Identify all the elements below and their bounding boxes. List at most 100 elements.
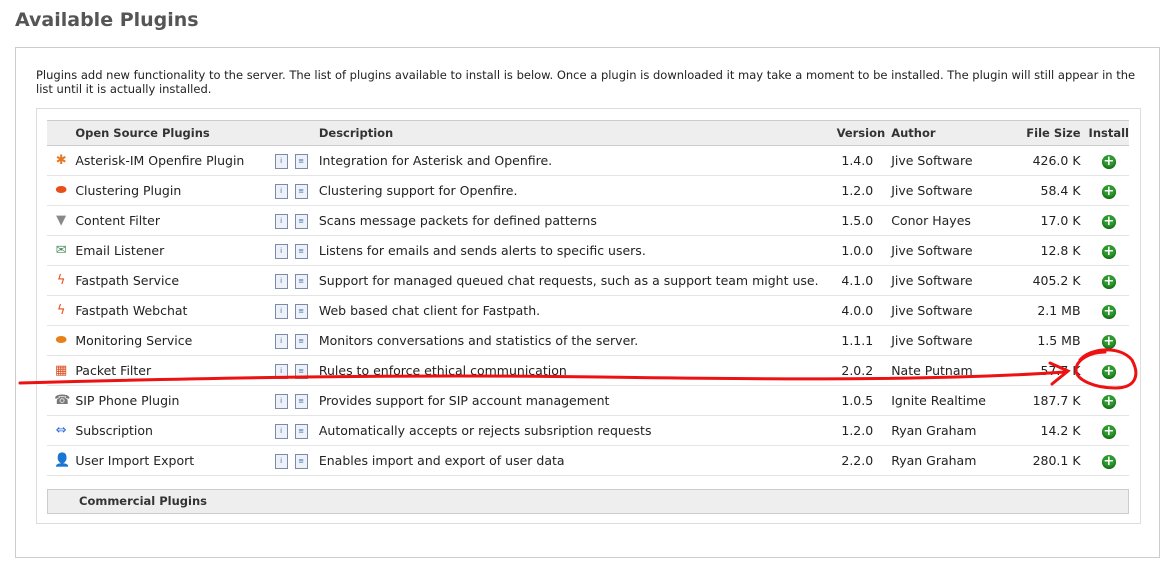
asterisk-icon: ✱ <box>55 153 67 169</box>
plugin-file-size: 57.7 K <box>998 355 1089 386</box>
table-row: ⬬ Monitoring Service i ≡ Monitors conversati… <box>47 325 1129 356</box>
plugin-description: Enables import and export of user data <box>318 445 819 476</box>
readme-icon[interactable]: i <box>274 213 288 229</box>
plugin-name: Content Filter <box>75 205 275 236</box>
readme-icon[interactable]: i <box>274 423 288 439</box>
changelog-icon[interactable]: ≡ <box>294 213 308 229</box>
user-import-icon: 👤 <box>54 453 71 469</box>
readme-icon[interactable]: i <box>274 243 288 259</box>
plugin-file-size: 405.2 K <box>998 265 1089 296</box>
table-row: ▦ Packet Filter i ≡ Rules to enforce ethical… <box>47 355 1129 386</box>
install-plus-icon[interactable]: + <box>1101 394 1116 409</box>
plugin-description: Listens for emails and sends alerts to s… <box>318 235 819 266</box>
install-plus-icon[interactable]: + <box>1101 334 1116 349</box>
install-plus-icon[interactable]: + <box>1101 214 1116 229</box>
funnel-icon: ▼ <box>56 213 67 229</box>
intro-text: Plugins add new functionality to the ser… <box>36 68 1136 96</box>
plugin-version: 1.2.0 <box>818 175 892 206</box>
plugin-file-size: 426.0 K <box>998 145 1089 176</box>
table-header: Open Source Plugins Description Version … <box>47 120 1129 146</box>
table-row: ✱ Asterisk-IM Openfire Plugin i ≡ Integratio… <box>47 145 1129 176</box>
install-plus-icon[interactable]: + <box>1101 184 1116 199</box>
header-author: Author <box>891 120 999 146</box>
plugin-description: Clustering support for Openfire. <box>318 175 819 206</box>
clustering-icon: ⬬ <box>55 183 67 199</box>
email-icon: ✉ <box>55 243 67 259</box>
table-row: ϟ Fastpath Webchat i ≡ Web based chat client… <box>47 295 1129 326</box>
plugin-description: Scans message packets for defined patter… <box>318 205 819 236</box>
changelog-icon[interactable]: ≡ <box>294 273 308 289</box>
plugin-file-size: 280.1 K <box>998 445 1089 476</box>
plugin-version: 4.0.0 <box>818 295 892 326</box>
table-row: ϟ Fastpath Service i ≡ Support for managed q… <box>47 265 1129 296</box>
plugin-file-size: 58.4 K <box>998 175 1089 206</box>
plugin-author: Jive Software <box>891 175 999 206</box>
readme-icon[interactable]: i <box>274 303 288 319</box>
changelog-icon[interactable]: ≡ <box>294 333 308 349</box>
plugin-author: Nate Putnam <box>891 355 999 386</box>
header-install: Install <box>1088 120 1129 146</box>
readme-icon[interactable]: i <box>274 363 288 379</box>
changelog-icon[interactable]: ≡ <box>294 243 308 259</box>
table-row: ⬬ Clustering Plugin i ≡ Clustering support f… <box>47 175 1129 206</box>
install-plus-icon[interactable]: + <box>1101 424 1116 439</box>
plugin-name: Packet Filter <box>75 355 275 386</box>
plugin-description: Provides support for SIP account managem… <box>318 385 819 416</box>
readme-icon[interactable]: i <box>274 153 288 169</box>
readme-icon[interactable]: i <box>274 273 288 289</box>
changelog-icon[interactable]: ≡ <box>294 363 308 379</box>
changelog-icon[interactable]: ≡ <box>294 303 308 319</box>
plugin-author: Jive Software <box>891 145 999 176</box>
fastpath-icon: ϟ <box>56 303 66 319</box>
table-row: ⇔ Subscription i ≡ Automatically accepts or … <box>47 415 1129 446</box>
install-plus-icon[interactable]: + <box>1101 364 1116 379</box>
changelog-icon[interactable]: ≡ <box>294 423 308 439</box>
plugin-author: Jive Software <box>891 325 999 356</box>
plugin-author: Conor Hayes <box>891 205 999 236</box>
plugin-name: Monitoring Service <box>75 325 275 356</box>
install-plus-icon[interactable]: + <box>1101 244 1116 259</box>
plugin-description: Rules to enforce ethical communication <box>318 355 819 386</box>
header-version: Version <box>818 120 892 146</box>
plugin-name: SIP Phone Plugin <box>75 385 275 416</box>
monitoring-icon: ⬬ <box>55 333 67 349</box>
header-name: Open Source Plugins <box>75 120 275 146</box>
plugin-file-size: 187.7 K <box>998 385 1089 416</box>
install-plus-icon[interactable]: + <box>1101 154 1116 169</box>
readme-icon[interactable]: i <box>274 393 288 409</box>
changelog-icon[interactable]: ≡ <box>294 183 308 199</box>
changelog-icon[interactable]: ≡ <box>294 153 308 169</box>
readme-icon[interactable]: i <box>274 183 288 199</box>
plugin-author: Ryan Graham <box>891 415 999 446</box>
table-row: ✉ Email Listener i ≡ Listens for emails and … <box>47 235 1129 266</box>
plugin-file-size: 17.0 K <box>998 205 1089 236</box>
readme-icon[interactable]: i <box>274 453 288 469</box>
plugin-version: 1.2.0 <box>818 415 892 446</box>
plugin-file-size: 2.1 MB <box>998 295 1089 326</box>
header-file-size: File Size <box>998 120 1089 146</box>
plugin-version: 2.0.2 <box>818 355 892 386</box>
plugin-file-size: 1.5 MB <box>998 325 1089 356</box>
plugin-author: Jive Software <box>891 265 999 296</box>
plugins-table: Open Source Plugins Description Version … <box>47 120 1129 476</box>
install-plus-icon[interactable]: + <box>1101 304 1116 319</box>
plugin-name: Email Listener <box>75 235 275 266</box>
plugin-description: Web based chat client for Fastpath. <box>318 295 819 326</box>
plugin-version: 2.2.0 <box>818 445 892 476</box>
plugin-name: Subscription <box>75 415 275 446</box>
arrows-icon: ⇔ <box>55 423 67 439</box>
changelog-icon[interactable]: ≡ <box>294 453 308 469</box>
changelog-icon[interactable]: ≡ <box>294 393 308 409</box>
plugin-name: Clustering Plugin <box>75 175 275 206</box>
readme-icon[interactable]: i <box>274 333 288 349</box>
page-title: Available Plugins <box>15 9 199 31</box>
plugin-version: 1.5.0 <box>818 205 892 236</box>
plugin-name: Fastpath Service <box>75 265 275 296</box>
header-description: Description <box>318 120 819 146</box>
install-plus-icon[interactable]: + <box>1101 454 1116 469</box>
table-row: 👤 User Import Export i ≡ Enables import and … <box>47 445 1129 476</box>
plugin-description: Integration for Asterisk and Openfire. <box>318 145 819 176</box>
install-plus-icon[interactable]: + <box>1101 274 1116 289</box>
plugin-name: User Import Export <box>75 445 275 476</box>
plugin-description: Support for managed queued chat requests… <box>318 265 819 296</box>
